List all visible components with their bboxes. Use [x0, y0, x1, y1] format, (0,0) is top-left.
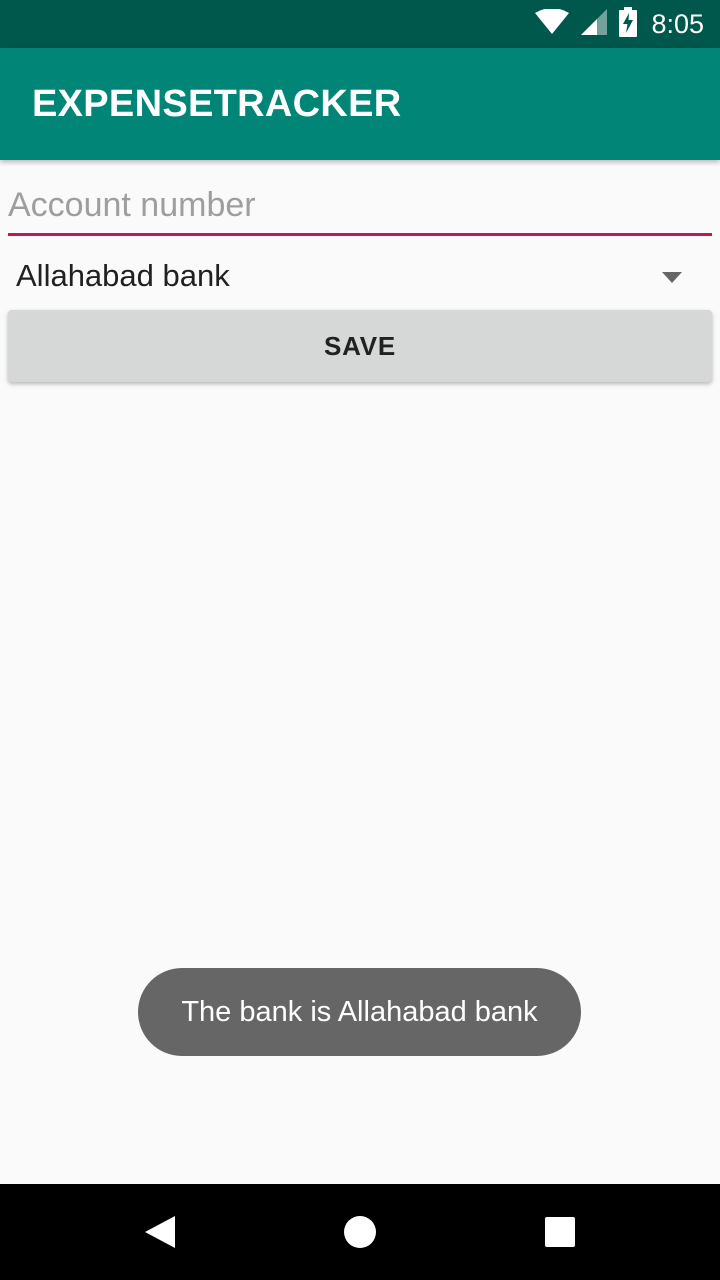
- cell-signal-icon: [579, 7, 609, 42]
- bank-spinner-value: Allahabad bank: [16, 258, 230, 293]
- back-icon[interactable]: [136, 1208, 184, 1256]
- recents-icon[interactable]: [536, 1208, 584, 1256]
- app-bar: EXPENSETRACKER: [0, 48, 720, 160]
- navigation-bar: [0, 1184, 720, 1280]
- wifi-icon: [535, 7, 570, 40]
- toast-message: The bank is Allahabad bank: [138, 968, 581, 1056]
- status-bar: 8:05: [0, 0, 720, 48]
- status-time: 8:05: [651, 8, 704, 39]
- account-number-input[interactable]: [8, 178, 712, 236]
- bank-spinner[interactable]: Allahabad bank: [0, 246, 720, 306]
- home-icon[interactable]: [336, 1208, 384, 1256]
- battery-charging-icon: [619, 6, 638, 42]
- app-title: EXPENSETRACKER: [32, 83, 402, 125]
- status-icons: 8:05: [535, 0, 704, 48]
- save-button[interactable]: SAVE: [8, 310, 712, 382]
